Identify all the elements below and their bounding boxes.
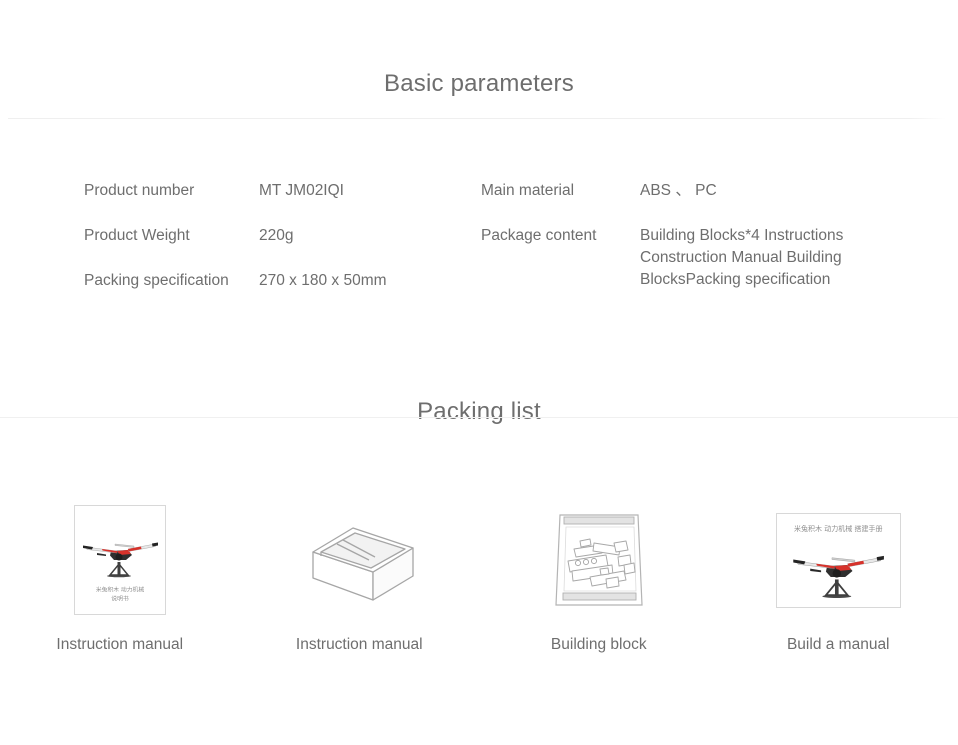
- parameter-label: Package content: [481, 227, 597, 244]
- item-caption: Build a manual: [786, 636, 890, 653]
- parameter-row-package-content: Package content Building Blocks*4 Instru…: [481, 225, 880, 291]
- parameter-label: Main material: [481, 182, 575, 199]
- page-title: Basic parameters: [384, 69, 574, 97]
- parameter-row-product-weight: Product Weight 220g: [84, 225, 440, 247]
- power-machinery-model-icon: [82, 531, 158, 584]
- cover-text-line-1: 米兔积木 动力机械: [95, 587, 144, 594]
- thumbnail-area: 米兔积木 动力机械 说明书: [73, 490, 166, 630]
- packing-list-items: 米兔积木 动力机械 说明书 Instruction manual Instruc…: [0, 490, 958, 654]
- power-machinery-model-icon: [786, 542, 890, 605]
- list-item: Building block: [479, 490, 719, 654]
- parameter-value: 270 x 180 x 50mm: [259, 272, 387, 289]
- divider-basic-parameters: [8, 118, 946, 119]
- parameter-row-main-material: Main material ABS 、 PC: [481, 180, 880, 202]
- helicopter-model-svg: [793, 555, 885, 598]
- item-caption: Instruction manual: [295, 636, 423, 653]
- parameter-row-product-number: Product number MT JM02IQI: [84, 180, 440, 202]
- cover-text: 米兔积木 动力机械 搭建手册: [777, 524, 900, 534]
- parameters-column-left: Product number MT JM02IQI Product Weight…: [0, 180, 440, 315]
- list-item: 米兔积木 动力机械 搭建手册 Build a manual: [719, 490, 958, 654]
- manual-cover-portrait-icon: 米兔积木 动力机械 说明书: [73, 505, 166, 615]
- packing-list-title: Packing list: [417, 397, 541, 425]
- item-caption: Instruction manual: [56, 636, 184, 653]
- divider-packing-list: [0, 417, 958, 418]
- parameter-label: Product Weight: [84, 227, 190, 244]
- parameter-value: 220g: [259, 227, 294, 244]
- zip-bag-of-blocks-icon: [555, 514, 643, 606]
- parameters-grid: Product number MT JM02IQI Product Weight…: [0, 180, 958, 315]
- parameter-label: Product number: [84, 182, 195, 199]
- parameter-row-packing-specification: Packing specification 270 x 180 x 50mm: [84, 270, 440, 292]
- parameter-value: ABS 、 PC: [640, 182, 717, 199]
- parameter-value: MT JM02IQI: [259, 182, 344, 199]
- thumbnail-area: 米兔积木 动力机械 搭建手册: [775, 490, 901, 630]
- open-box-tray-icon: [312, 527, 414, 601]
- parameter-value: Building Blocks*4 Instructions Construct…: [640, 227, 844, 288]
- build-manual-cover-landscape-icon: 米兔积木 动力机械 搭建手册: [775, 512, 901, 608]
- thumbnail-area: [297, 490, 421, 630]
- cover-text: 米兔积木 动力机械 说明书: [69, 587, 170, 604]
- item-caption: Building block: [550, 636, 647, 653]
- cover-text-line-1: 米兔积木 动力机械 搭建手册: [794, 524, 883, 533]
- list-item: Instruction manual: [240, 490, 480, 654]
- parameter-label: Packing specification: [84, 272, 229, 289]
- list-item: 米兔积木 动力机械 说明书 Instruction manual: [0, 490, 240, 654]
- cover-text-line-2: 说明书: [111, 595, 129, 603]
- parameters-column-right: Main material ABS 、 PC Package content B…: [440, 180, 880, 315]
- thumbnail-area: [550, 490, 648, 630]
- helicopter-model-svg: [82, 542, 158, 578]
